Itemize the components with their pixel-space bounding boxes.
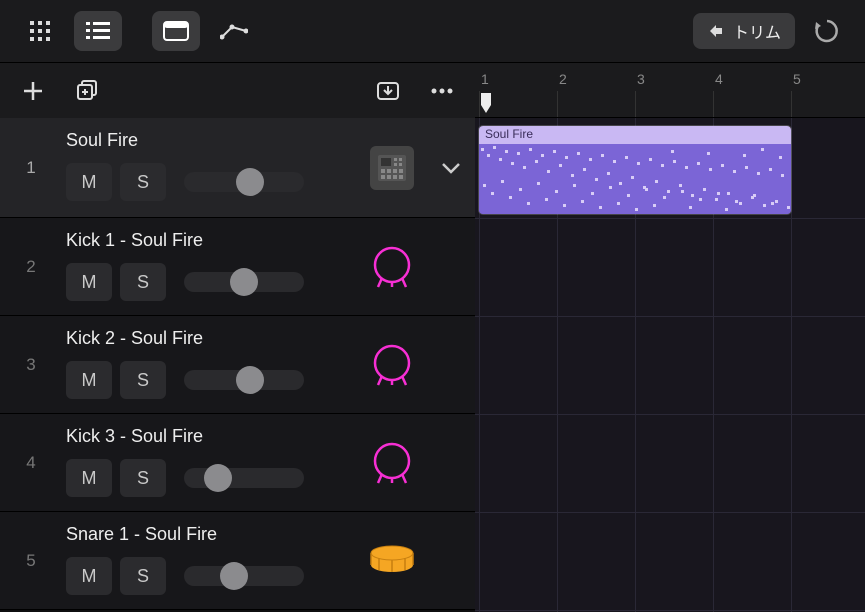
mute-button[interactable]: M — [66, 263, 112, 301]
grid-view-button[interactable] — [16, 11, 64, 51]
region-label: Soul Fire — [479, 126, 791, 144]
track-number: 1 — [0, 118, 62, 217]
ruler[interactable]: 1 2 3 4 5 — [475, 63, 865, 118]
track-list-panel: 1 Soul Fire M S — [0, 63, 475, 612]
ellipsis-icon — [430, 87, 454, 95]
plus-icon — [22, 80, 44, 102]
loop-icon — [814, 18, 840, 44]
mute-button[interactable]: M — [66, 459, 112, 497]
volume-slider[interactable] — [184, 566, 304, 586]
automation-view-button[interactable] — [210, 11, 258, 51]
track-list-header — [0, 63, 475, 118]
mute-button[interactable]: M — [66, 361, 112, 399]
region-view-button[interactable] — [152, 11, 200, 51]
tracks-container: 1 Soul Fire M S — [0, 118, 475, 612]
track-number: 2 — [0, 218, 62, 315]
duplicate-icon — [75, 79, 99, 103]
solo-button[interactable]: S — [120, 163, 166, 201]
track-name: Kick 3 - Soul Fire — [66, 426, 349, 447]
track-number: 5 — [0, 512, 62, 609]
chevron-down-icon — [441, 161, 461, 175]
kick-drum-icon — [370, 343, 414, 387]
loop-button[interactable] — [805, 11, 849, 51]
import-button[interactable] — [371, 74, 405, 108]
volume-slider[interactable] — [184, 370, 304, 390]
midi-region[interactable]: Soul Fire — [479, 126, 791, 214]
ruler-tick: 1 — [481, 71, 489, 87]
kick-drum-icon — [370, 245, 414, 289]
ruler-tick: 3 — [637, 71, 645, 87]
kick-drum-icon — [370, 441, 414, 485]
trim-button[interactable]: トリム — [693, 13, 795, 49]
duplicate-track-button[interactable] — [70, 74, 104, 108]
solo-button[interactable]: S — [120, 263, 166, 301]
trim-label: トリム — [733, 19, 781, 43]
track-row[interactable]: 2 Kick 1 - Soul Fire M S — [0, 218, 475, 316]
trim-icon — [707, 22, 725, 40]
track-row[interactable]: 3 Kick 2 - Soul Fire M S — [0, 316, 475, 414]
track-row-master[interactable]: 1 Soul Fire M S — [0, 118, 475, 218]
mute-button[interactable]: M — [66, 163, 112, 201]
playhead[interactable] — [481, 93, 497, 115]
track-name: Soul Fire — [66, 130, 349, 151]
solo-button[interactable]: S — [120, 557, 166, 595]
track-row[interactable]: 5 Snare 1 - Soul Fire M S — [0, 512, 475, 610]
track-name: Kick 1 - Soul Fire — [66, 230, 349, 251]
solo-button[interactable]: S — [120, 361, 166, 399]
more-button[interactable] — [425, 74, 459, 108]
ruler-tick: 2 — [559, 71, 567, 87]
track-name: Snare 1 - Soul Fire — [66, 524, 349, 545]
list-view-button[interactable] — [74, 11, 122, 51]
region-content — [479, 144, 791, 214]
volume-slider[interactable] — [184, 172, 304, 192]
track-number: 4 — [0, 414, 62, 511]
snare-drum-icon — [368, 544, 416, 578]
mute-button[interactable]: M — [66, 557, 112, 595]
ruler-tick: 4 — [715, 71, 723, 87]
main-area: 1 Soul Fire M S — [0, 63, 865, 612]
volume-slider[interactable] — [184, 468, 304, 488]
download-tray-icon — [376, 80, 400, 102]
timeline-panel[interactable]: 1 2 3 4 5 — [475, 63, 865, 612]
solo-button[interactable]: S — [120, 459, 166, 497]
top-toolbar: トリム — [0, 0, 865, 63]
track-number: 3 — [0, 316, 62, 413]
add-track-button[interactable] — [16, 74, 50, 108]
expand-button[interactable] — [433, 150, 469, 186]
arrange-grid[interactable]: Soul Fire — [475, 118, 865, 612]
volume-slider[interactable] — [184, 272, 304, 292]
drum-machine-icon[interactable] — [370, 146, 414, 190]
ruler-tick: 5 — [793, 71, 801, 87]
track-row[interactable]: 4 Kick 3 - Soul Fire M S — [0, 414, 475, 512]
track-name: Kick 2 - Soul Fire — [66, 328, 349, 349]
